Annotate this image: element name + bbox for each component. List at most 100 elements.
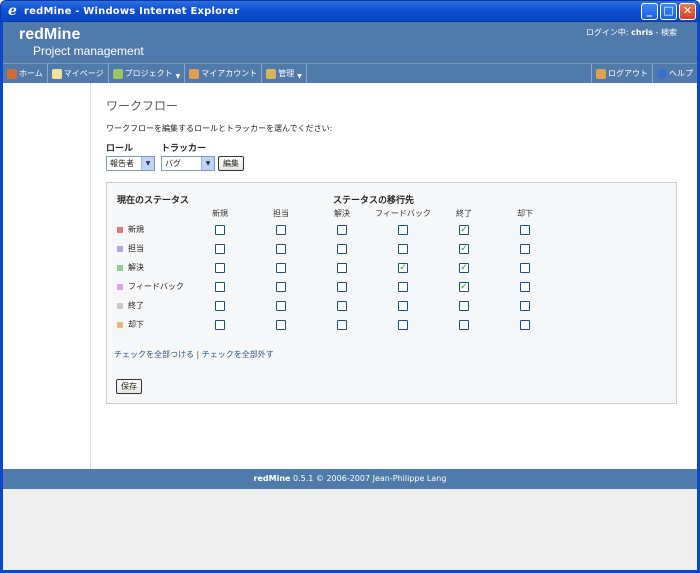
menu-admin[interactable]: 管理 ▼ [262,64,307,83]
transition-checkbox[interactable] [276,301,286,311]
logged-in-label: ログイン中: [585,28,632,37]
menu-help-label: ヘルプ [669,69,693,78]
status-row-label: 解決 [117,262,144,273]
transition-checkbox[interactable] [215,282,225,292]
footer-brand: redMine [253,474,291,483]
transition-checkbox-checked[interactable]: ✓ [398,263,408,273]
user-icon [189,68,200,79]
transition-checkbox[interactable] [520,320,530,330]
top-menu: ホーム マイページ プロジェクト ▼ マイアカウント 管理 ▼ ログアウト ヘル… [3,63,697,83]
tracker-label: トラッカー [161,144,207,154]
column-header: 解決 [334,209,350,218]
page-icon [51,68,62,79]
column-header: フィードバック [375,209,431,218]
transition-checkbox[interactable] [520,244,530,254]
menu-home-label: ホーム [19,69,43,78]
current-status-header: 現在のステータス [117,196,190,206]
transition-checkbox[interactable] [398,225,408,235]
maximize-button[interactable]: □ [660,3,677,20]
search-link[interactable]: - 検索 [653,28,677,37]
edit-button[interactable]: 編集 [218,156,244,171]
menu-home[interactable]: ホーム [3,64,48,83]
menu-myaccount-label: マイアカウント [201,69,258,78]
status-row-label: 新規 [117,224,144,235]
status-row-label: 却下 [117,319,144,330]
role-select[interactable]: 報告者 ▼ [106,156,155,171]
wrench-icon [266,68,277,79]
tracker-select[interactable]: バグ ▼ [161,156,215,171]
projects-icon [112,68,123,79]
menu-admin-label: 管理 [278,69,295,78]
close-button[interactable]: ✕ [679,3,696,20]
menu-myaccount[interactable]: マイアカウント [185,64,263,83]
transition-checkbox-checked[interactable]: ✓ [459,263,469,273]
logout-icon [596,68,606,79]
transition-checkbox[interactable] [398,320,408,330]
transition-checkbox[interactable] [459,301,469,311]
user-link[interactable]: chris [631,28,653,37]
transition-checkbox[interactable] [276,320,286,330]
status-color-icon [117,302,123,309]
transition-checkbox-checked[interactable]: ✓ [459,225,469,235]
site-subtitle: Project management [33,44,144,58]
transition-checkbox[interactable] [215,263,225,273]
transition-checkbox[interactable] [520,301,530,311]
role-select-value: 報告者 [110,159,134,168]
menu-projects-label: プロジェクト [124,69,173,78]
transition-checkbox[interactable] [398,301,408,311]
transition-checkbox[interactable] [337,282,347,292]
menu-mypage-label: マイページ [63,69,104,78]
menu-mypage[interactable]: マイページ [48,64,109,83]
transition-checkbox-checked[interactable]: ✓ [459,244,469,254]
site-footer: redMine 0.5.1 © 2006-2007 Jean-Philippe … [3,469,697,489]
transition-checkbox[interactable] [276,263,286,273]
menu-projects[interactable]: プロジェクト ▼ [109,64,186,83]
status-color-icon [117,283,123,290]
chevron-down-icon: ▼ [141,157,154,170]
sidebar [3,83,91,469]
chevron-down-icon: ▼ [175,72,181,80]
window-controls: _ □ ✕ [641,3,696,20]
info-icon [657,68,667,79]
transition-checkbox[interactable] [337,263,347,273]
check-all-link[interactable]: チェックを全部つける [114,350,194,359]
status-color-icon [117,226,123,233]
intro-text: ワークフローを編集するロールとトラッカーを選んでください: [106,124,333,133]
status-row-label: フィードバック [117,281,184,292]
transition-checkbox[interactable] [520,282,530,292]
transition-checkbox[interactable] [520,263,530,273]
window-title: redMine - Windows Internet Explorer [24,5,240,17]
transition-checkbox[interactable] [215,320,225,330]
column-header: 終了 [456,209,472,218]
menu-help[interactable]: ヘルプ [652,64,697,83]
transition-checkbox[interactable] [459,320,469,330]
tracker-select-value: バグ [165,159,181,168]
logged-in-as: ログイン中: chris - 検索 [586,27,677,38]
transition-checkbox[interactable] [215,225,225,235]
home-icon [7,68,17,79]
uncheck-all-link[interactable]: チェックを全部外す [202,350,274,359]
transition-checkbox[interactable] [215,301,225,311]
minimize-button[interactable]: _ [641,3,658,20]
transition-checkbox[interactable] [398,244,408,254]
column-header: 新規 [212,209,228,218]
transition-checkbox[interactable] [337,225,347,235]
transition-checkbox[interactable] [276,282,286,292]
transition-checkbox[interactable] [337,244,347,254]
check-links: チェックを全部つける | チェックを全部外す [114,349,274,360]
transition-checkbox[interactable] [276,225,286,235]
status-name: 担当 [128,244,144,253]
menu-logout[interactable]: ログアウト [591,64,652,83]
transition-checkbox[interactable] [337,320,347,330]
transition-checkbox[interactable] [520,225,530,235]
footer-text: 0.5.1 © 2006-2007 Jean-Philippe Lang [290,474,447,483]
save-button[interactable]: 保存 [116,379,142,394]
transition-checkbox-checked[interactable]: ✓ [459,282,469,292]
transition-checkbox[interactable] [337,301,347,311]
status-color-icon [117,245,123,252]
transition-checkbox[interactable] [215,244,225,254]
status-name: 新規 [128,225,144,234]
menu-right-group: ログアウト ヘルプ [591,64,697,83]
transition-checkbox[interactable] [398,282,408,292]
transition-checkbox[interactable] [276,244,286,254]
